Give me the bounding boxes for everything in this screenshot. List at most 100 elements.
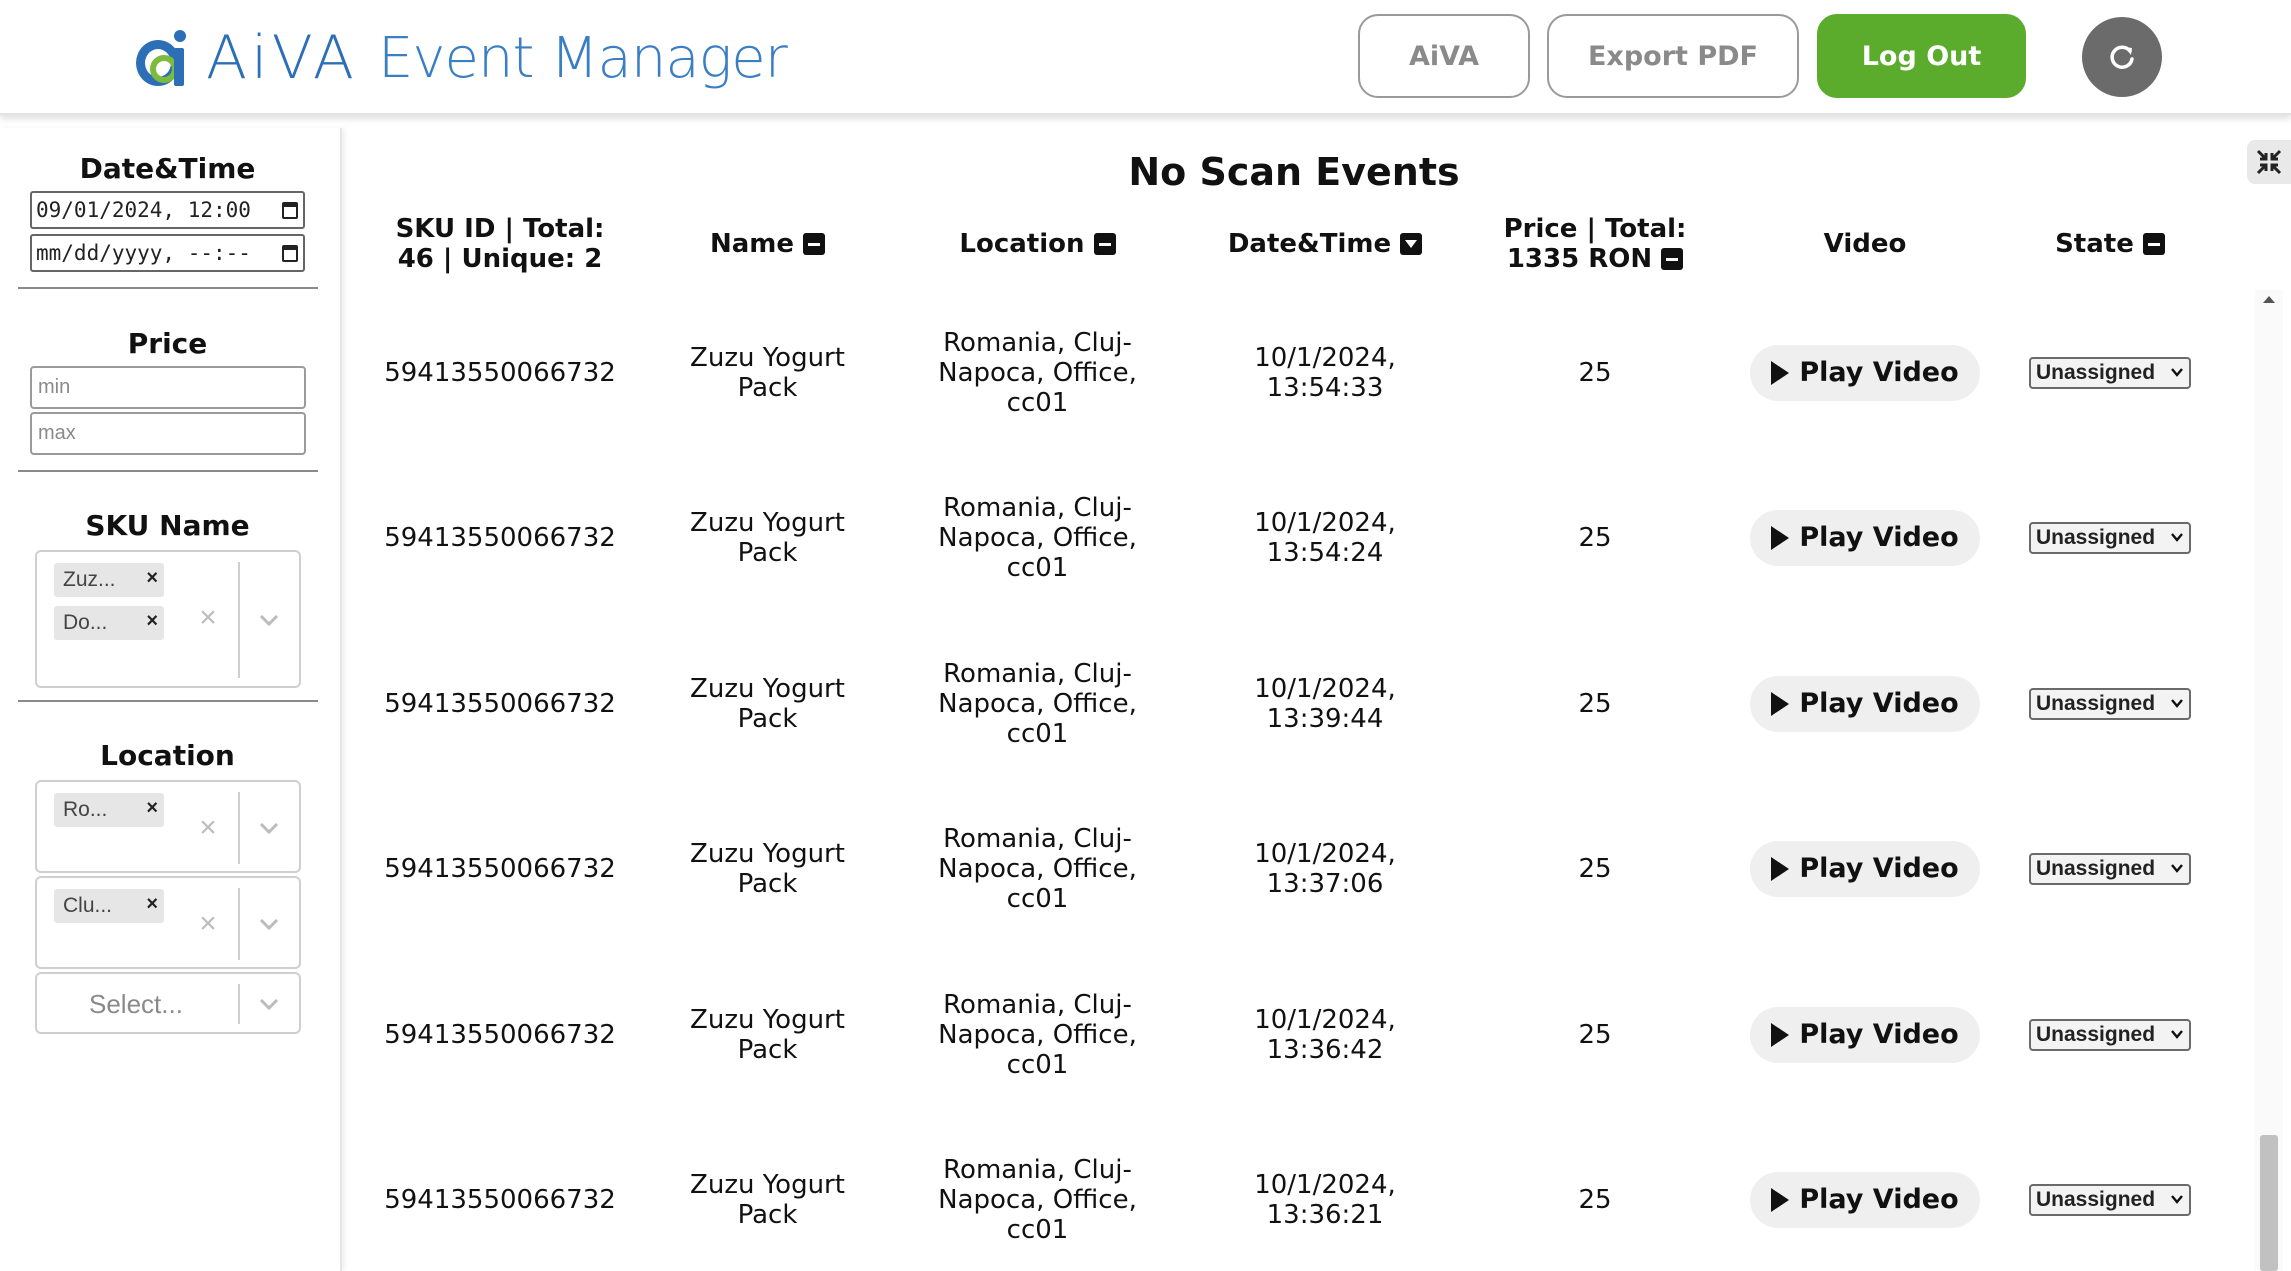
location-chip: Clu... ×: [54, 889, 164, 923]
state-cell: Unassigned: [2010, 787, 2210, 952]
table-scrollbar[interactable]: [2255, 290, 2283, 1271]
aiva-button[interactable]: AiVA: [1358, 14, 1530, 98]
play-video-label: Play Video: [1799, 1184, 1959, 1215]
name-cell: Zuzu Yogurt Pack: [690, 342, 845, 403]
sort-toggle-icon[interactable]: [803, 233, 826, 255]
clear-icon[interactable]: ×: [196, 603, 220, 633]
name-cell: Zuzu Yogurt Pack: [690, 508, 845, 568]
sku-name-filter-title: SKU Name: [85, 509, 250, 542]
remove-chip-icon[interactable]: ×: [146, 610, 158, 633]
date-from-input[interactable]: 09/01/2024, 12:00: [30, 191, 305, 229]
scrollbar-thumb[interactable]: [2260, 1135, 2278, 1271]
filter-divider: [18, 700, 318, 702]
chevron-down-icon: [2171, 864, 2183, 873]
name-cell: Zuzu Yogurt Pack: [690, 673, 845, 734]
datetime-filter-title: Date&Time: [79, 152, 256, 185]
location-office-select[interactable]: Select...: [35, 972, 301, 1034]
sku-chip-label: Do...: [63, 611, 108, 634]
table-row: 59413550066732 Zuzu Yogurt Pack Romania, C…: [350, 621, 2255, 786]
location-country-multiselect[interactable]: Ro... × ×: [35, 780, 301, 873]
sku-cell: 59413550066732: [384, 1185, 616, 1215]
clear-icon[interactable]: ×: [196, 813, 220, 843]
column-header-datetime[interactable]: Date&Time: [1200, 229, 1450, 259]
sku-name-multiselect[interactable]: Zuz... × Do... × ×: [35, 550, 301, 688]
play-video-button[interactable]: Play Video: [1750, 1006, 1980, 1063]
chevron-down-icon: [2171, 1029, 2183, 1039]
clear-icon[interactable]: ×: [196, 909, 220, 939]
column-header-sku-label: SKU ID | Total: 46 | Unique: 2: [395, 214, 605, 274]
column-header-sku[interactable]: SKU ID | Total: 46 | Unique: 2: [375, 214, 625, 274]
play-icon: [1771, 1022, 1790, 1047]
refresh-button[interactable]: [2082, 17, 2162, 97]
scroll-up-arrow-icon[interactable]: [2263, 296, 2275, 303]
sort-toggle-icon[interactable]: [1093, 233, 1116, 255]
state-select[interactable]: Unassigned: [2029, 687, 2191, 720]
datetime-cell: 10/1/2024, 13:54:33: [1254, 342, 1396, 403]
select-placeholder: Select...: [89, 989, 183, 1019]
page-title: No Scan Events: [1128, 150, 1460, 194]
sort-toggle-icon[interactable]: [2142, 233, 2165, 255]
sort-descending-icon[interactable]: [1400, 233, 1423, 255]
column-header-state[interactable]: State: [2010, 229, 2210, 259]
play-video-button[interactable]: Play Video: [1750, 344, 1980, 401]
refresh-icon: [2110, 45, 2134, 69]
play-video-button[interactable]: Play Video: [1750, 675, 1980, 732]
export-pdf-button[interactable]: Export PDF: [1547, 14, 1799, 98]
state-select[interactable]: Unassigned: [2029, 356, 2191, 389]
state-select[interactable]: Unassigned: [2029, 522, 2191, 554]
location-cell: Romania, Cluj-Napoca, Office, cc01: [938, 658, 1137, 749]
remove-chip-icon[interactable]: ×: [146, 797, 158, 820]
sku-chip: Do... ×: [54, 606, 164, 640]
column-header-name[interactable]: Name: [660, 229, 875, 259]
state-select[interactable]: Unassigned: [2029, 1018, 2191, 1051]
price-cell: 25: [1578, 523, 1612, 553]
datetime-cell: 10/1/2024, 13:39:44: [1254, 673, 1396, 734]
location-cell: Romania, Cluj-Napoca, Office, cc01: [938, 327, 1137, 418]
date-to-input[interactable]: mm/dd/yyyy, --:--: [30, 234, 305, 272]
table-row: 59413550066732 Zuzu Yogurt Pack Romania, C…: [350, 952, 2255, 1117]
chevron-down-icon[interactable]: [257, 912, 281, 936]
state-cell: Unassigned: [2010, 290, 2210, 455]
column-header-name-label: Name: [709, 229, 794, 259]
remove-chip-icon[interactable]: ×: [146, 893, 158, 916]
price-cell: 25: [1578, 1185, 1612, 1215]
chevron-down-icon[interactable]: [257, 816, 281, 840]
column-header-location[interactable]: Location: [930, 229, 1145, 259]
chevron-down-icon[interactable]: [257, 608, 281, 632]
location-cell: Romania, Cluj-Napoca, Office, cc01: [938, 493, 1137, 583]
sku-cell: 59413550066732: [384, 688, 616, 719]
video-cell: Play Video: [1750, 952, 1980, 1117]
column-header-price[interactable]: Price | Total: 1335 RON: [1470, 214, 1720, 274]
calendar-icon[interactable]: [282, 245, 298, 262]
chevron-down-icon: [2171, 1195, 2183, 1204]
state-cell: Unassigned: [2010, 456, 2210, 621]
datetime-cell: 10/1/2024, 13:36:42: [1254, 1004, 1396, 1065]
video-cell: Play Video: [1750, 787, 1980, 952]
state-select[interactable]: Unassigned: [2029, 853, 2191, 885]
price-max-input[interactable]: max: [30, 412, 306, 455]
location-city-multiselect[interactable]: Clu... × ×: [35, 876, 301, 969]
price-min-input[interactable]: min: [30, 366, 306, 409]
log-out-button[interactable]: Log Out: [1817, 14, 2026, 98]
play-video-button[interactable]: Play Video: [1750, 1172, 1980, 1228]
play-video-label: Play Video: [1799, 1018, 1959, 1050]
datetime-cell: 10/1/2024, 13:54:24: [1254, 508, 1396, 568]
sort-toggle-icon[interactable]: [1661, 248, 1684, 270]
state-cell: Unassigned: [2010, 1118, 2210, 1271]
chevron-down-icon[interactable]: [257, 992, 281, 1016]
calendar-icon[interactable]: [282, 202, 298, 219]
video-cell: Play Video: [1750, 456, 1980, 621]
sku-cell: 59413550066732: [384, 357, 616, 388]
play-video-label: Play Video: [1799, 356, 1959, 388]
play-video-button[interactable]: Play Video: [1750, 841, 1980, 897]
name-cell: Zuzu Yogurt Pack: [690, 1004, 845, 1065]
state-cell: Unassigned: [2010, 952, 2210, 1117]
location-chip: Ro... ×: [54, 793, 164, 827]
events-table-body: 59413550066732 Zuzu Yogurt Pack Romania, C…: [350, 290, 2255, 1271]
state-select[interactable]: Unassigned: [2029, 1184, 2191, 1216]
state-select-value: Unassigned: [2036, 360, 2156, 384]
remove-chip-icon[interactable]: ×: [146, 567, 158, 590]
collapse-button[interactable]: [2247, 140, 2291, 184]
location-chip-label: Clu...: [63, 894, 113, 917]
play-video-button[interactable]: Play Video: [1750, 510, 1980, 566]
